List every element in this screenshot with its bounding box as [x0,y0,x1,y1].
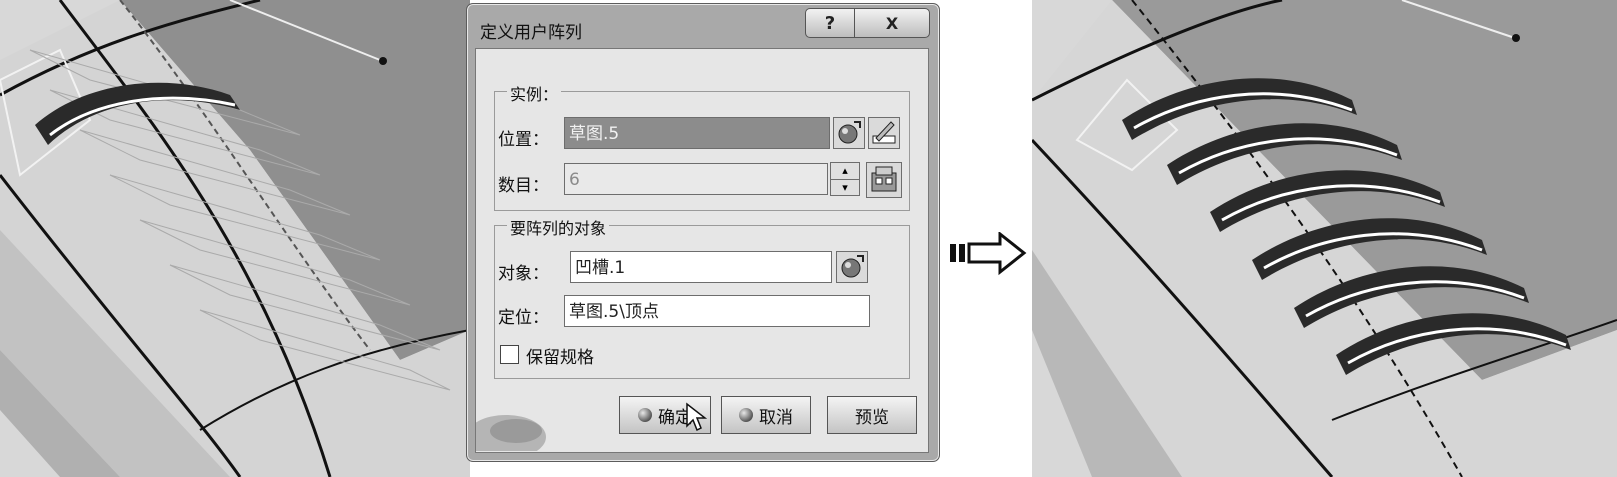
count-field[interactable]: 6 [564,163,828,195]
help-button[interactable]: ? [805,8,855,38]
sketcher-button[interactable] [868,117,900,149]
catia-logo-swirl [476,415,546,451]
position-select-button[interactable] [833,117,865,149]
keep-specifications-label: 保留规格 [526,348,594,368]
define-user-pattern-dialog: 定义用户阵列 ? X 实例： 位置： 草图.5 数目： 6 ▴ ▾ 要阵列的对象… [466,3,940,462]
cancel-button-label: 取消 [759,407,793,428]
right-cad-viewport[interactable] [1032,0,1617,477]
ok-indicator-icon [638,408,652,422]
preview-button-label: 预览 [855,407,889,428]
selection-icon [838,121,861,144]
object-label: 对象： [498,264,549,284]
count-spinner[interactable]: ▴ ▾ [830,162,860,196]
object-select-button[interactable] [836,251,868,283]
instances-group-label: 实例： [507,81,562,105]
object-field[interactable]: 凹槽.1 [570,251,832,283]
spin-up-icon[interactable]: ▴ [831,163,859,180]
dialog-titlebar[interactable]: 定义用户阵列 ? X [467,4,939,48]
transition-arrow-icon [948,230,1028,276]
close-button[interactable]: X [854,8,930,38]
left-cad-viewport[interactable] [0,0,470,477]
sketch-pencil-icon [872,121,896,144]
right-model-drawing [1032,0,1617,477]
help-icon: ? [824,12,836,34]
dialog-title: 定义用户阵列 [480,23,582,43]
cancel-indicator-icon [739,408,753,422]
instances-parameters-button[interactable] [866,162,902,198]
count-label: 数目： [498,176,549,196]
pattern-params-icon [871,166,897,192]
anchor-field[interactable]: 草图.5\顶点 [564,295,870,327]
sketch-end-point-right [1512,34,1520,42]
keep-specifications-checkbox[interactable] [500,345,519,364]
spin-down-icon[interactable]: ▾ [831,180,859,196]
anchor-label: 定位： [498,308,549,328]
sketch-end-point [379,57,387,65]
position-field[interactable]: 草图.5 [564,117,830,149]
dialog-client-area: 实例： 位置： 草图.5 数目： 6 ▴ ▾ 要阵列的对象 对象： 凹槽.1 定… [475,48,929,453]
preview-button[interactable]: 预览 [827,396,917,434]
object-group-label: 要阵列的对象 [507,215,610,239]
cancel-button[interactable]: 取消 [721,396,811,434]
mouse-cursor-icon [686,402,707,432]
selection-icon [841,255,864,278]
position-label: 位置： [498,130,549,150]
left-model-drawing [0,0,470,477]
close-icon: X [885,13,899,33]
